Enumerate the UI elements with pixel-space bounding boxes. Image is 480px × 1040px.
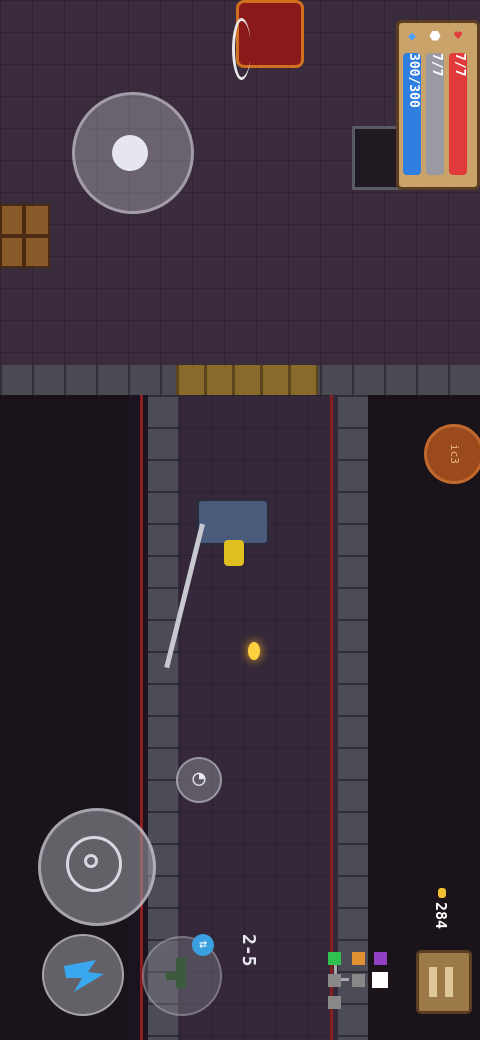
minimap-room-unexplored [352, 974, 365, 987]
swap-icon: ⇄ [192, 934, 214, 956]
coin-icon [438, 888, 446, 898]
shield-icon: ⬣ [429, 29, 441, 44]
emote-button[interactable]: ◔ [176, 757, 222, 803]
scythe-sprite [232, 18, 251, 80]
bullet-projectile [248, 642, 260, 660]
crosshair-center [84, 854, 98, 868]
minimap-room-boss [374, 952, 387, 965]
minimap-room-unexplored [328, 996, 341, 1009]
armor-bar: 7/7 [426, 53, 444, 175]
room-crate [24, 204, 50, 236]
room-crate [24, 236, 50, 268]
energy-value: 300/300 [406, 53, 421, 108]
lightning-icon [64, 960, 104, 992]
pause-button[interactable] [416, 950, 472, 1014]
pause-icon [445, 967, 453, 997]
heart-icon: ♥ [454, 29, 462, 44]
energy-bar: 300/300 [403, 53, 421, 175]
player-character [196, 498, 270, 546]
minimap-room-start [328, 952, 341, 965]
room-crate [0, 204, 24, 236]
corridor-wall-right [338, 395, 368, 1040]
gold-counter: 284 [432, 902, 450, 930]
room-door [176, 365, 318, 395]
status-panel: ◆ ⬣ ♥ 300/300 7/7 7/7 [396, 20, 480, 190]
minimap-room-unexplored [328, 974, 341, 987]
pause-icon [429, 967, 437, 997]
corridor-edge-line [330, 395, 333, 1040]
hp-value: 7/7 [452, 53, 467, 77]
player-pet [224, 540, 244, 566]
hp-bar: 7/7 [449, 53, 467, 175]
joystick-knob[interactable] [112, 135, 148, 171]
diamond-icon: ◆ [408, 29, 416, 44]
void-area [368, 395, 480, 1040]
corridor-edge-line [140, 395, 143, 1040]
character-skill-button[interactable]: ic3 [424, 424, 480, 484]
minimap-room-current [372, 972, 388, 988]
room-crate [0, 236, 24, 268]
stairs-portal [352, 126, 402, 190]
level-indicator: 2-5 [238, 934, 259, 967]
minimap[interactable] [324, 948, 394, 1018]
skill-button[interactable] [42, 934, 124, 1016]
minimap-room-shop [352, 952, 365, 965]
armor-value: 7/7 [429, 53, 444, 77]
